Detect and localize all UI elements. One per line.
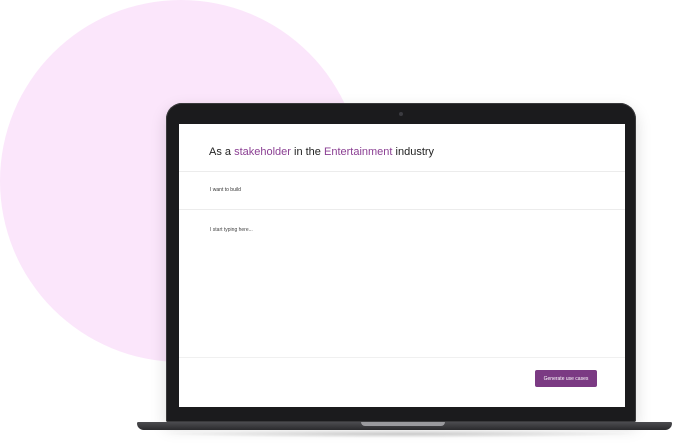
- camera-icon: [399, 112, 403, 116]
- laptop-base: [137, 422, 672, 430]
- title-suffix: industry: [392, 146, 435, 158]
- laptop-shadow: [160, 430, 640, 438]
- title-middle: in the: [290, 146, 324, 158]
- header-row: As a stakeholder in the Entertainment in…: [179, 124, 625, 172]
- footer-divider: [179, 357, 625, 358]
- build-label: I want to build: [210, 187, 241, 193]
- laptop-notch: [361, 422, 445, 426]
- build-row: I want to build: [179, 172, 625, 210]
- idea-textarea[interactable]: [210, 227, 590, 347]
- laptop-frame: As a stakeholder in the Entertainment in…: [166, 103, 636, 422]
- laptop-screen: As a stakeholder in the Entertainment in…: [179, 124, 625, 407]
- title-prefix: As a: [209, 146, 235, 158]
- generate-use-cases-button[interactable]: Generate use cases: [535, 370, 597, 387]
- role-selector[interactable]: stakeholder: [234, 146, 291, 158]
- industry-selector[interactable]: Entertainment: [324, 146, 392, 158]
- page-title: As a stakeholder in the Entertainment in…: [209, 146, 434, 158]
